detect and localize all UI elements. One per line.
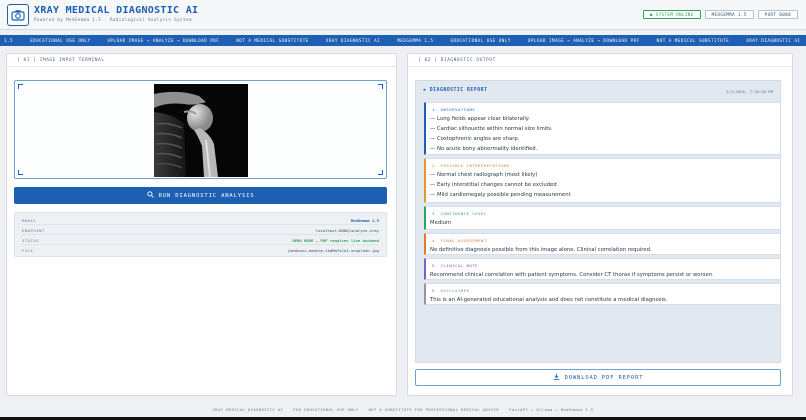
output-panel-title: [ 02 ] DIAGNOSTIC OUTPUT [418, 58, 496, 63]
meta-row: STATUS DEMO MODE — PDF requires live back… [22, 236, 379, 245]
ticker-item: NOT A MEDICAL SUBSTITUTE [236, 38, 309, 43]
port-badge[interactable]: PORT 8000 [757, 10, 798, 19]
report-section: 1. OBSERVATIONS — Lung fields appear clea… [424, 102, 781, 155]
download-icon [553, 373, 560, 382]
report-title: ◈ DIAGNOSTIC REPORT [423, 88, 487, 93]
diamond-icon: ◈ [423, 88, 430, 93]
meta-row: ENDPOINT localhost:8000/analyze-xray [22, 226, 379, 235]
diagnostic-report: ◈ DIAGNOSTIC REPORT 3/3/2026, 7:38:38 PM… [415, 80, 781, 363]
image-dropzone[interactable] [14, 80, 387, 179]
footer-item: XRAY MEDICAL DIAGNOSTIC AI [212, 408, 284, 412]
meta-value: jaedsani-medina-ikdMqYsCw1-unsplash.jpg [287, 248, 379, 253]
download-pdf-button[interactable]: DOWNLOAD PDF REPORT [415, 369, 781, 386]
section-text: — Mild cardiomegaly possible pending mea… [430, 192, 571, 198]
app-title: XRAY MEDICAL DIAGNOSTIC AI [34, 5, 199, 16]
input-panel-title: [ 01 ] IMAGE INPUT TERMINAL [17, 58, 105, 63]
frame-corner [378, 84, 383, 89]
system-status-badge: ● SYSTEM ONLINE [642, 10, 701, 19]
section-text: — Normal chest radiograph (most likely) [430, 172, 538, 178]
frame-corner [18, 170, 23, 175]
ticker-item: XRAY DIAGNOSTIC AI [746, 38, 801, 43]
section-text: — Costophrenic angles are sharp. [430, 136, 520, 142]
run-analysis-button[interactable]: RUN DIAGNOSTIC ANALYSIS [14, 187, 387, 204]
section-label: 5. CLINICAL NOTE [432, 263, 479, 268]
section-text: This is an AI-generated educational anal… [430, 297, 668, 303]
report-section: 4. FINAL ASSESSMENT No definitive diagnos… [424, 233, 781, 255]
ticker-item: UPLOAD IMAGE → ANALYZE → DOWNLOAD PDF [107, 38, 220, 43]
ticker-item: EDUCATIONAL USE ONLY [450, 38, 511, 43]
section-text: — Cardiac silhouette within normal size … [430, 126, 553, 132]
footer-item: FOR EDUCATIONAL USE ONLY [293, 408, 359, 412]
info-ticker: 1.5 EDUCATIONAL USE ONLY UPLOAD IMAGE → AN… [0, 35, 806, 46]
analysis-meta-table: MODEL MedGemma 1.5 ENDPOINT localhost:8000/… [14, 212, 387, 257]
camera-icon [7, 4, 29, 26]
ticker-item: EDUCATIONAL USE ONLY [30, 38, 91, 43]
app-subtitle: Powered by MedGemma 1.5 · Radiological A… [34, 17, 192, 22]
meta-key: STATUS [22, 238, 40, 243]
footer-item: FastAPI + Ollama + MedGemma 1.5 [509, 408, 594, 412]
meta-value: localhost:8000/analyze-xray [315, 228, 379, 233]
ticker-item: XRAY DIAGNOSTIC AI [325, 38, 381, 43]
section-text: — No acute bony abnormality identified. [430, 146, 538, 152]
section-label: 1. OBSERVATIONS [432, 107, 476, 112]
app-header: XRAY MEDICAL DIAGNOSTIC AI Powered by Me… [0, 0, 806, 30]
model-badge[interactable]: MEDGEMMA 1.5 [704, 10, 754, 19]
meta-value: DEMO MODE — PDF requires live backend [292, 238, 379, 243]
report-section: 3. CONFIDENCE LEVEL Medium [424, 206, 781, 230]
xray-image-preview [154, 84, 248, 177]
section-label: 4. FINAL ASSESSMENT [432, 238, 487, 243]
section-label: 3. CONFIDENCE LEVEL [432, 211, 487, 216]
download-pdf-label: DOWNLOAD PDF REPORT [564, 374, 644, 381]
meta-row: MODEL MedGemma 1.5 [22, 216, 379, 225]
section-text: Recommend clinical correlation with pati… [430, 272, 714, 278]
section-label: 6. DISCLAIMER [432, 288, 470, 293]
section-text: No definitive diagnosis possible from th… [430, 247, 652, 253]
ticker-item: MEDGEMMA 1.5 [397, 38, 434, 43]
frame-corner [378, 170, 383, 175]
ticker-item: UPLOAD IMAGE → ANALYZE → DOWNLOAD PDF [527, 38, 640, 43]
frame-corner [18, 84, 23, 89]
footer: XRAY MEDICAL DIAGNOSTIC AI FOR EDUCATION… [0, 405, 806, 416]
ticker-item: 1.5 [4, 38, 14, 43]
report-section: 5. CLINICAL NOTE Recommend clinical corre… [424, 258, 781, 280]
report-section: 6. DISCLAIMER This is an AI-generated edu… [424, 283, 781, 305]
section-text: Medium [430, 220, 452, 226]
section-text: — Lung fields appear clear bilaterally. [430, 116, 530, 122]
section-text: — Early interstitial changes cannot be e… [430, 182, 557, 188]
section-label: 2. POSSIBLE INTERPRETATIONS [432, 163, 510, 168]
meta-key: ENDPOINT [22, 228, 45, 233]
run-analysis-label: RUN DIAGNOSTIC ANALYSIS [158, 192, 255, 199]
footer-item: NOT A SUBSTITUTE FOR PROFESSIONAL MEDICA… [368, 408, 500, 412]
report-section: 2. POSSIBLE INTERPRETATIONS — Normal ches… [424, 158, 781, 203]
search-icon [146, 191, 154, 200]
meta-value: MedGemma 1.5 [350, 218, 379, 223]
report-timestamp: 3/3/2026, 7:38:38 PM [726, 89, 773, 94]
ticker-item: NOT A MEDICAL SUBSTITUTE [656, 38, 730, 43]
meta-key: MODEL [22, 218, 37, 223]
meta-key: FILE [22, 248, 34, 253]
meta-row: FILE jaedsani-medina-ikdMqYsCw1-unsplash.… [22, 246, 379, 255]
report-title-text: DIAGNOSTIC REPORT [429, 88, 488, 93]
